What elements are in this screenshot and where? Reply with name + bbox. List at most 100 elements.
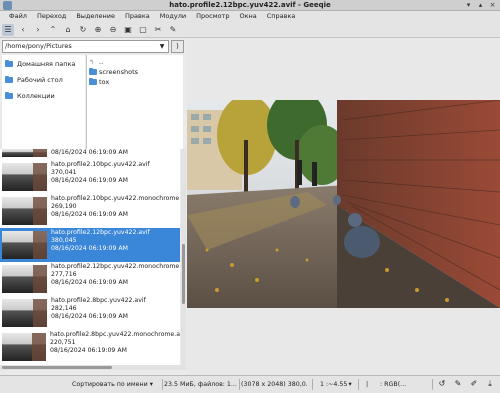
file-size: 220,751 xyxy=(49,339,76,346)
list-item[interactable]: hato.profile2.8bpc.yuv422.avif 282,146 0… xyxy=(0,296,180,330)
folder-icon xyxy=(5,76,13,83)
thumbnail xyxy=(2,265,47,293)
title-bar: hato.profile2.12bpc.yuv422.avif - Geeqie… xyxy=(0,0,500,11)
folder-icon xyxy=(5,60,13,67)
image-dimensions: (3078 x 2048) 380,0... xyxy=(241,381,307,388)
download-icon[interactable]: ⤓ xyxy=(484,378,496,390)
file-date: 08/16/2024 06:19:09 AM xyxy=(51,279,128,286)
menu-go[interactable]: Переход xyxy=(32,11,71,22)
zoom-out-icon[interactable]: ⊖ xyxy=(107,24,119,36)
street-photo xyxy=(187,100,500,308)
file-date: 08/16/2024 06:19:09 AM xyxy=(49,347,127,354)
menu-select[interactable]: Выделение xyxy=(71,11,120,22)
list-item[interactable]: 08/16/2024 06:19:09 AM xyxy=(0,149,180,160)
menu-help[interactable]: Справка xyxy=(262,11,301,22)
path-input[interactable]: /home/pony/Pictures ▼ xyxy=(2,40,169,53)
place-desktop[interactable]: Рабочий стол xyxy=(2,72,85,88)
place-collections[interactable]: Коллекции xyxy=(2,88,85,104)
menu-file[interactable]: Файл xyxy=(4,11,32,22)
dir-tox[interactable]: tox xyxy=(87,77,183,87)
tools-icon[interactable]: ✂ xyxy=(152,24,164,36)
list-item[interactable]: hato.profile2.8bpc.yuv422.monochrome.a 2… xyxy=(0,330,180,364)
up-icon[interactable]: ⌃ xyxy=(47,24,59,36)
place-label: Домашняя папка xyxy=(17,60,76,68)
refresh-icon[interactable]: ↻ xyxy=(77,24,89,36)
pin-icon[interactable]: ✎ xyxy=(167,24,179,36)
edit-icon[interactable]: ✎ xyxy=(452,378,464,390)
file-date: 08/16/2024 06:19:09 AM xyxy=(51,149,128,156)
thumbnails-toggle-icon[interactable]: ☰ xyxy=(2,23,14,36)
zoom-fit-icon[interactable]: ▣ xyxy=(122,24,134,36)
sort-selector[interactable]: Сортировать по имени ▾ xyxy=(72,379,164,390)
main-image[interactable] xyxy=(187,100,500,308)
image-viewer[interactable] xyxy=(187,38,500,375)
separator xyxy=(312,379,313,390)
minimize-button[interactable]: ▾ xyxy=(464,1,473,10)
menu-view[interactable]: Просмотр xyxy=(191,11,234,22)
folder-icon xyxy=(89,78,97,85)
thumbnail xyxy=(2,299,47,327)
zoom-label: 1 :~4.55 xyxy=(320,381,348,388)
file-list-horizontal-scrollbar[interactable] xyxy=(0,365,186,370)
list-item[interactable]: hato.profile2.10bpc.yuv422.avif 370,041 … xyxy=(0,160,180,194)
file-name: hato.profile2.12bpc.yuv422.monochrome xyxy=(51,263,180,270)
separator xyxy=(162,379,163,390)
dir-screenshots[interactable]: screenshots xyxy=(87,67,183,77)
menu-windows[interactable]: Окна xyxy=(234,11,261,22)
menu-bar: Файл Переход Выделение Правка Модули Про… xyxy=(0,11,500,22)
dir-parent[interactable]: ↰ .. xyxy=(87,57,183,67)
places-list: Домашняя папка Рабочий стол Коллекции + xyxy=(2,55,85,165)
close-button[interactable]: × xyxy=(488,1,497,10)
pixel-color-info: : RGB(... xyxy=(380,381,407,388)
list-item-selected[interactable]: hato.profile2.12bpc.yuv422.avif 380,045 … xyxy=(0,228,180,262)
scrollbar-thumb[interactable] xyxy=(2,366,112,369)
directory-list: ↰ .. screenshots tox xyxy=(86,55,183,149)
window-title: hato.profile2.12bpc.yuv422.avif - Geeqie xyxy=(169,1,331,9)
file-name: hato.profile2.10bpc.yuv422.avif xyxy=(51,161,150,168)
rotate-icon[interactable]: ↺ xyxy=(436,378,448,390)
home-icon[interactable]: ⌂ xyxy=(62,24,74,36)
dir-label: screenshots xyxy=(99,68,139,76)
file-name: hato.profile2.8bpc.yuv422.monochrome.a xyxy=(49,331,180,338)
place-home[interactable]: Домашняя папка xyxy=(2,56,85,72)
file-size: 269,190 xyxy=(51,203,77,210)
separator xyxy=(239,379,240,390)
file-size: 277,716 xyxy=(51,271,77,278)
list-item[interactable]: hato.profile2.10bpc.yuv422.monochrome 26… xyxy=(0,194,180,228)
chevron-down-icon: ▾ xyxy=(149,381,153,388)
forward-icon[interactable]: › xyxy=(32,24,44,36)
zoom-1-1-icon[interactable]: ▢ xyxy=(137,24,149,36)
folder-icon xyxy=(89,68,97,75)
thumbnail xyxy=(2,163,47,191)
thumbnail xyxy=(2,149,47,157)
folder-icon xyxy=(5,92,13,99)
status-pipe: | xyxy=(366,381,369,388)
separator xyxy=(358,379,359,390)
file-name: hato.profile2.12bpc.yuv422.avif xyxy=(51,229,150,236)
file-date: 08/16/2024 06:19:09 AM xyxy=(51,211,128,218)
separator xyxy=(432,379,433,390)
list-item[interactable]: hato.profile2.12bpc.yuv422.monochrome 27… xyxy=(0,262,180,296)
scrollbar-thumb[interactable] xyxy=(182,244,185,304)
parent-dir-icon: ↰ xyxy=(89,58,95,66)
menu-edit[interactable]: Правка xyxy=(120,11,155,22)
dir-label: .. xyxy=(99,58,104,66)
file-size: 380,045 xyxy=(51,237,77,244)
file-name: hato.profile2.10bpc.yuv422.monochrome xyxy=(51,195,180,202)
menu-plugins[interactable]: Модули xyxy=(155,11,191,22)
place-label: Коллекции xyxy=(17,92,55,100)
file-list: 08/16/2024 06:19:09 AM hato.profile2.10b… xyxy=(0,149,180,365)
maximize-button[interactable]: ▴ xyxy=(476,1,485,10)
thumbnail xyxy=(2,197,47,225)
zoom-selector[interactable]: 1 :~4.55▾ xyxy=(320,379,356,390)
left-pane: /home/pony/Pictures ▼ ⟩ Домашняя папка Р… xyxy=(0,38,187,375)
file-date: 08/16/2024 06:19:09 AM xyxy=(51,177,128,184)
toolbar: ☰ ‹ › ⌃ ⌂ ↻ ⊕ ⊖ ▣ ▢ ✂ ✎ xyxy=(0,22,500,38)
back-icon[interactable]: ‹ xyxy=(17,24,29,36)
file-list-vertical-scrollbar[interactable] xyxy=(181,149,186,365)
collapse-pane-button[interactable]: ⟩ xyxy=(171,40,184,53)
path-value: /home/pony/Pictures xyxy=(5,42,72,50)
chevron-down-icon[interactable]: ▼ xyxy=(157,42,167,51)
zoom-in-icon[interactable]: ⊕ xyxy=(92,24,104,36)
draw-icon[interactable]: ✐ xyxy=(468,378,480,390)
